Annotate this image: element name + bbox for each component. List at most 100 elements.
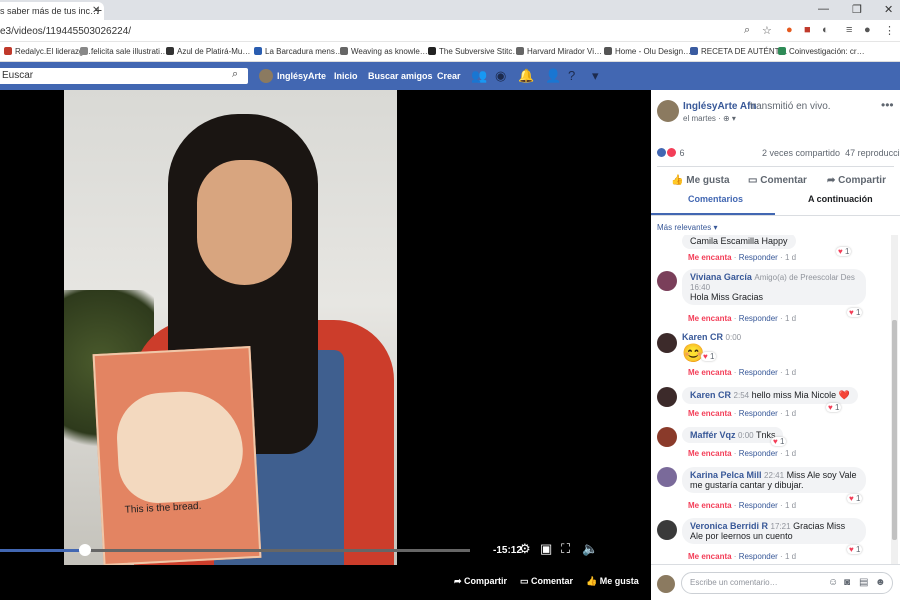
nav-create[interactable]: Crear <box>437 71 461 81</box>
share-post-button[interactable]: ➦ Compartir <box>827 175 886 186</box>
reply-link[interactable]: Responder <box>739 368 778 377</box>
page-avatar[interactable] <box>657 100 679 122</box>
love-link[interactable]: Me encanta <box>688 449 732 458</box>
reply-link[interactable]: Responder <box>739 253 778 262</box>
notifications-icon[interactable]: 🔔 <box>518 68 534 84</box>
star-icon[interactable]: ☆ <box>762 24 772 37</box>
search-input[interactable]: Euscar ⌕ <box>0 68 248 84</box>
commenter-name[interactable]: Karen CR <box>690 390 731 400</box>
video-progress-track[interactable] <box>0 549 470 552</box>
love-link[interactable]: Me encanta <box>688 368 732 377</box>
extension-icon[interactable]: ■ <box>804 24 811 36</box>
url-text[interactable]: e3/videos/119445503026224/ <box>0 26 131 37</box>
bookmark-item[interactable]: Home - Olu Design… <box>604 47 691 56</box>
share-button[interactable]: ➦ Compartir <box>454 576 507 587</box>
tab-up-next[interactable]: A continuación <box>808 194 873 204</box>
comment-reaction[interactable]: ♥ 1 <box>847 545 863 554</box>
avatar[interactable] <box>657 333 677 353</box>
love-link[interactable]: Me encanta <box>688 552 732 561</box>
bookmark-item[interactable]: Azul de Platirá-Mu… <box>166 47 250 56</box>
camera-icon[interactable]: ◙ <box>844 577 850 588</box>
commenter-name[interactable]: Karen CR <box>682 332 723 342</box>
nav-find-friends[interactable]: Buscar amigos <box>368 71 433 81</box>
bookmark-item[interactable]: Coinvestigación: cr… <box>778 47 865 56</box>
close-window-icon[interactable]: ✕ <box>884 3 893 16</box>
browser-tab[interactable]: s saber más de tus inc… ✕ <box>0 2 104 20</box>
commenter-name[interactable]: Veronica Berridi R <box>690 521 768 531</box>
avatar[interactable] <box>657 520 677 540</box>
gif-icon[interactable]: ▤ <box>859 577 868 588</box>
settings-icon[interactable]: ⚙ <box>519 541 531 557</box>
love-link[interactable]: Me encanta <box>688 253 732 262</box>
emoji-icon[interactable]: ☺ <box>828 577 838 588</box>
extension-icon[interactable]: ◐ <box>822 24 829 36</box>
video-player[interactable]: This is the bread. -15:12 ⚙ ▣ ⛶ 🔈 ➦ Comp… <box>0 90 651 600</box>
reply-link[interactable]: Responder <box>739 449 778 458</box>
help-icon[interactable]: ? <box>568 68 575 83</box>
avatar[interactable] <box>657 271 677 291</box>
video-progress-knob[interactable] <box>78 544 91 556</box>
nav-home[interactable]: Inicio <box>334 71 358 81</box>
bookmark-item[interactable]: RECETA DE AUTÉNT… <box>690 47 788 56</box>
avatar[interactable] <box>259 69 273 83</box>
address-bar[interactable]: e3/videos/119445503026224/ ⌕ ☆ ● ■ ◐ ≡ ●… <box>0 20 900 42</box>
reply-link[interactable]: Responder <box>739 501 778 510</box>
more-options-icon[interactable]: ••• <box>881 98 894 112</box>
nav-profile[interactable]: InglésyArte <box>277 71 326 81</box>
restore-icon[interactable]: ❐ <box>852 3 862 16</box>
bookmark-item[interactable]: felicita sale illustrati… <box>80 47 168 56</box>
avatar[interactable] <box>657 467 677 487</box>
commenter-name[interactable]: Viviana García <box>690 272 752 282</box>
volume-icon[interactable]: 🔈 <box>582 541 598 557</box>
commenter-name[interactable]: Maffér Vqz <box>690 430 736 440</box>
bookmark-item[interactable]: Harvard Mirador Vi… <box>516 47 602 56</box>
avatar[interactable] <box>657 387 677 407</box>
minimize-icon[interactable]: — <box>818 3 829 15</box>
commenter-name[interactable]: Karina Pelca Mill <box>690 470 762 480</box>
comment-reaction[interactable]: ♥ 1 <box>826 403 842 412</box>
search-icon[interactable]: ⌕ <box>232 68 238 81</box>
menu-dots-icon[interactable]: ⋮ <box>884 24 895 37</box>
comment-reaction[interactable]: ♥ 1 <box>771 437 787 446</box>
profile-avatar[interactable]: ● <box>864 24 871 36</box>
post-date[interactable]: el martes · ⊕ ▾ <box>683 114 736 123</box>
comment-sort-dropdown[interactable]: Más relevantes ▾ <box>657 223 717 232</box>
quick-help-icon[interactable]: 👤 <box>545 68 561 84</box>
reply-link[interactable]: Responder <box>739 552 778 561</box>
picture-in-picture-icon[interactable]: ▣ <box>540 541 552 557</box>
comment-reaction[interactable]: ♥ 1 <box>847 308 863 317</box>
comment-meta: 0:00 <box>725 333 742 342</box>
reply-link[interactable]: Responder <box>739 314 778 323</box>
love-link[interactable]: Me encanta <box>688 501 732 510</box>
sticker-icon[interactable]: ☻ <box>875 577 886 588</box>
bookmark-item[interactable]: The Subversive Stitc… <box>428 47 520 56</box>
extension-icon[interactable]: ● <box>786 24 793 36</box>
reactions-summary[interactable]: 6 <box>657 148 685 158</box>
comment-reaction[interactable]: ♥ 1 <box>847 494 863 503</box>
messenger-icon[interactable]: ◉ <box>495 68 506 84</box>
playlist-icon[interactable]: ≡ <box>846 24 852 36</box>
reply-link[interactable]: Responder <box>739 409 778 418</box>
avatar[interactable] <box>657 427 677 447</box>
comment-post-button[interactable]: ▭ Comentar <box>748 175 807 186</box>
bookmark-item[interactable]: Weaving as knowle… <box>340 47 428 56</box>
scrollbar-thumb[interactable] <box>892 320 897 540</box>
love-link[interactable]: Me encanta <box>688 409 732 418</box>
tab-comments[interactable]: Comentarios <box>688 194 743 204</box>
comment-button[interactable]: ▭ Comentar <box>520 576 573 587</box>
new-tab-button[interactable]: + <box>94 2 102 18</box>
comment-text: hello miss Mia Nicole ❤️ <box>751 390 850 400</box>
comment-reaction[interactable]: ♥ 1 <box>836 247 852 256</box>
like-button[interactable]: 👍 Me gusta <box>586 576 639 587</box>
love-link[interactable]: Me encanta <box>688 314 732 323</box>
account-menu-icon[interactable]: ▾ <box>592 68 599 84</box>
shares-views[interactable]: 2 veces compartido 47 reproducciones <box>762 148 900 158</box>
search-icon[interactable]: ⌕ <box>744 24 750 37</box>
comment-reaction[interactable]: ♥ 1 <box>701 352 717 361</box>
like-post-button[interactable]: 👍 Me gusta <box>671 175 730 186</box>
bookmark-item[interactable]: La Barcadura mens… <box>254 47 343 56</box>
fullscreen-icon[interactable]: ⛶ <box>561 541 570 557</box>
friends-icon[interactable]: 👥 <box>471 68 487 84</box>
page-name-link[interactable]: InglésyArte Afn <box>683 101 757 112</box>
comments-list[interactable]: Camila Escamilla Happy ♥ 1 Me encanta · … <box>651 235 900 570</box>
